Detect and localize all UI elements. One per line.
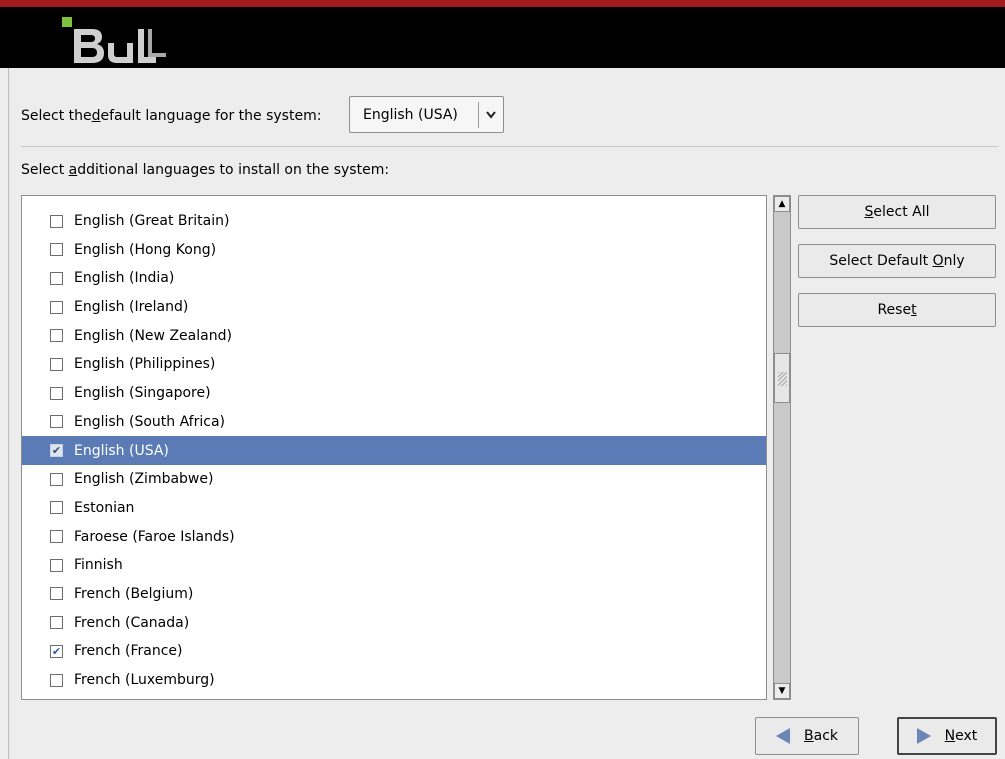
language-checkbox[interactable] xyxy=(50,214,63,228)
language-label: French (Belgium) xyxy=(74,585,194,602)
language-label: English (USA) xyxy=(74,442,169,459)
language-label: English (Zimbabwe) xyxy=(74,471,214,488)
language-list-scrollbar[interactable]: ▲ ▼ xyxy=(773,195,791,700)
divider xyxy=(21,146,998,147)
language-list-item[interactable]: French (Luxemburg) xyxy=(22,666,766,695)
language-checkbox[interactable] xyxy=(50,329,63,343)
language-list-item[interactable]: English (New Zealand) xyxy=(22,321,766,350)
language-label: French (Canada) xyxy=(74,614,190,631)
select-all-button[interactable]: Select All xyxy=(798,195,996,229)
language-list-item[interactable]: English (Hong Kong) xyxy=(22,235,766,264)
language-checkbox[interactable] xyxy=(50,271,63,285)
arrow-left-icon xyxy=(776,728,790,744)
language-list-item[interactable]: Finnish xyxy=(22,551,766,580)
language-list-items: English (Great Britain) English (Hong Kon… xyxy=(22,196,766,699)
scroll-up-arrow-icon[interactable]: ▲ xyxy=(774,196,790,212)
language-checkbox[interactable] xyxy=(50,616,63,630)
language-label: French (France) xyxy=(74,643,183,660)
language-label: English (Philippines) xyxy=(74,356,216,373)
language-list-item[interactable]: English (South Africa) xyxy=(22,408,766,437)
language-list-item[interactable]: English (Ireland) xyxy=(22,293,766,322)
language-checkbox[interactable] xyxy=(50,357,63,371)
main-panel: Select the d efault language for the syst… xyxy=(8,68,1005,759)
language-list[interactable]: English (Great Britain) English (Hong Kon… xyxy=(21,195,767,700)
language-list-item[interactable]: English (Zimbabwe) xyxy=(22,465,766,494)
language-checkbox[interactable] xyxy=(50,300,63,314)
language-label: English (India) xyxy=(74,270,175,287)
arrow-right-icon xyxy=(916,728,931,744)
default-language-value: English (USA) xyxy=(363,106,458,123)
scroll-down-arrow-icon[interactable]: ▼ xyxy=(774,683,790,699)
language-label: Faroese (Faroe Islands) xyxy=(74,528,235,545)
language-list-item[interactable]: Estonian xyxy=(22,494,766,523)
language-list-item[interactable]: Faroese (Faroe Islands) xyxy=(22,522,766,551)
chevron-down-icon[interactable] xyxy=(479,108,503,122)
header-banner xyxy=(0,7,1005,68)
language-checkbox[interactable] xyxy=(50,386,63,400)
language-checkbox[interactable] xyxy=(50,472,63,486)
language-label: English (Ireland) xyxy=(74,299,189,316)
language-checkbox[interactable] xyxy=(50,501,63,515)
back-button[interactable]: Back xyxy=(755,717,859,755)
reset-button[interactable]: Rese t xyxy=(798,293,996,327)
language-label: English (Singapore) xyxy=(74,385,211,402)
list-item-partial xyxy=(22,694,766,699)
language-list-item[interactable]: English (Singapore) xyxy=(22,379,766,408)
language-checkbox[interactable] xyxy=(50,673,63,687)
language-checkbox[interactable] xyxy=(50,243,63,257)
scrollbar-thumb[interactable] xyxy=(774,353,790,403)
language-list-item[interactable]: English (India) xyxy=(22,264,766,293)
language-label: Estonian xyxy=(74,499,135,516)
list-item-partial xyxy=(22,196,766,207)
language-checkbox[interactable]: ✔ xyxy=(50,644,63,658)
language-label: French (Luxemburg) xyxy=(74,672,215,689)
language-label: English (New Zealand) xyxy=(74,327,232,344)
additional-languages-label: Select additional languages to install o… xyxy=(21,162,390,178)
language-checkbox[interactable] xyxy=(50,415,63,429)
language-checkbox[interactable] xyxy=(50,587,63,601)
default-language-combo[interactable]: English (USA) xyxy=(349,96,504,133)
language-checkbox[interactable]: ✔ xyxy=(50,444,63,458)
language-label: Finnish xyxy=(74,557,123,574)
language-label: English (Hong Kong) xyxy=(74,241,217,258)
language-list-item[interactable]: French (Belgium) xyxy=(22,580,766,609)
language-checkbox[interactable] xyxy=(50,558,63,572)
language-label: English (Great Britain) xyxy=(74,213,230,230)
bull-logo xyxy=(62,17,166,63)
language-label: English (South Africa) xyxy=(74,413,225,430)
next-button[interactable]: Next xyxy=(897,717,997,755)
language-list-item[interactable]: English (Philippines) xyxy=(22,350,766,379)
language-list-item[interactable]: ✔ English (USA) xyxy=(22,436,766,465)
language-list-item[interactable]: ✔ French (France) xyxy=(22,637,766,666)
language-list-item[interactable]: English (Great Britain) xyxy=(22,207,766,236)
top-accent-strip xyxy=(0,0,1005,7)
select-default-only-button[interactable]: Select Default Only xyxy=(798,244,996,278)
language-checkbox[interactable] xyxy=(50,530,63,544)
grip-icon xyxy=(778,372,787,386)
language-list-item[interactable]: French (Canada) xyxy=(22,608,766,637)
default-language-label: Select the d efault language for the syst… xyxy=(21,108,322,124)
